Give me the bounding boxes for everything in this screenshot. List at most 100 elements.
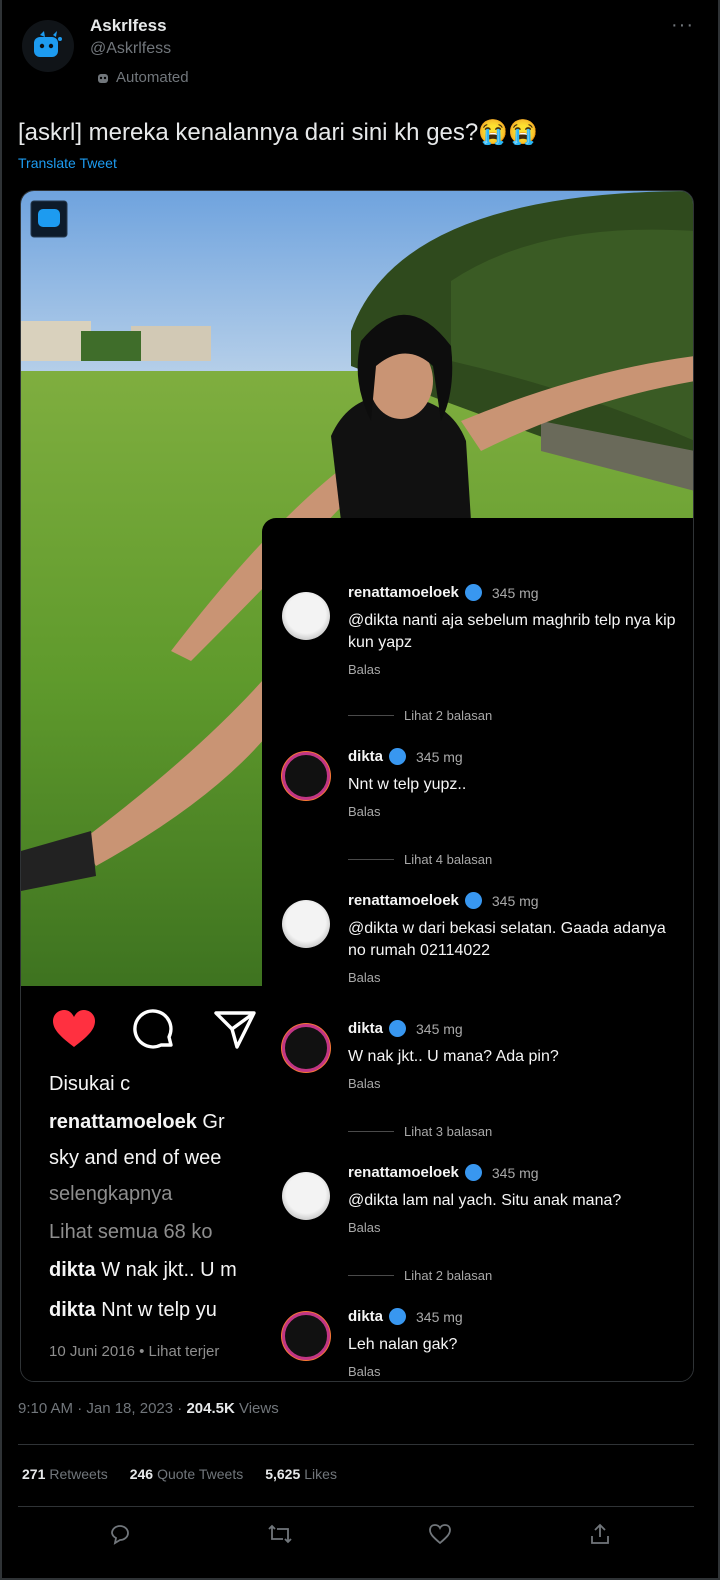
verified-badge-icon [389, 1020, 407, 1037]
reply-button[interactable]: Balas [348, 804, 381, 819]
views-label: Views [234, 1400, 279, 1417]
comment-time: 345 mg [491, 1164, 539, 1181]
comment-time: 345 mg [491, 584, 539, 601]
automated-text: Automated [116, 69, 189, 86]
comment-text: @dikta lam nal yach. Situ anak mana? [348, 1192, 622, 1209]
comment-username[interactable]: dikta [348, 748, 383, 765]
liked-by-text: Disukai c [49, 1073, 131, 1095]
view-replies-text: Lihat 4 balasan [404, 852, 493, 867]
comment-username[interactable]: renattamoeloek [348, 1164, 459, 1181]
robot-icon [98, 73, 108, 83]
author-avatar[interactable] [22, 20, 74, 72]
tweet-stats: 271 Retweets 246 Quote Tweets 5,625 Likes [22, 1466, 337, 1482]
verified-badge-icon [464, 584, 482, 601]
verified-badge-icon [389, 1308, 407, 1325]
comment-time: 345 mg [416, 1020, 463, 1037]
reply-button[interactable]: Balas [348, 970, 381, 985]
comment-icon[interactable] [133, 1009, 177, 1053]
preview-comment-2: dikta Nnt w telp yu [49, 1299, 267, 1322]
comment-text: @dikta nanti aja sebelum maghrib telp ny… [348, 612, 676, 651]
tweet-media[interactable]: Disukai c renattamoeloek Gr sky and end … [20, 190, 694, 1382]
view-all-comments-link[interactable]: Lihat semua 68 ko [49, 1221, 267, 1244]
reply-icon [111, 1525, 129, 1545]
view-replies-link[interactable]: Lihat 3 balasan [348, 1124, 492, 1139]
reply-button[interactable]: Balas [348, 1220, 381, 1235]
likes-label: Likes [304, 1466, 337, 1482]
divider-line [348, 1275, 394, 1276]
retweets-label: Retweets [49, 1466, 108, 1482]
likes-stat[interactable]: 5,625 Likes [265, 1466, 337, 1482]
comment-username[interactable]: dikta [348, 1020, 383, 1037]
quote-tweets-stat[interactable]: 246 Quote Tweets [130, 1466, 244, 1482]
askrlfess-logo-icon [34, 31, 62, 57]
comment-username[interactable]: renattamoeloek [348, 584, 459, 601]
preview-comment-text: Nnt w telp yu [95, 1299, 217, 1321]
divider-line [348, 859, 394, 860]
comments-overlay: renattamoeloek 345 mg @dikta nanti aja se… [262, 518, 693, 1381]
view-replies-text: Lihat 3 balasan [404, 1124, 493, 1139]
reply-button[interactable] [106, 1520, 134, 1548]
views-count: 204.5K [186, 1400, 235, 1417]
commenter-avatar[interactable] [282, 1024, 330, 1072]
quote-tweets-count: 246 [129, 1466, 154, 1482]
see-more-link[interactable]: selengkapnya [49, 1183, 267, 1206]
retweets-count: 271 [22, 1466, 46, 1482]
comment-text: @dikta w dari bekasi selatan. Gaada adan… [348, 920, 666, 959]
author-handle[interactable]: @Askrlfess [90, 40, 171, 58]
preview-comment-1: dikta W nak jkt.. U m [49, 1259, 267, 1282]
caption-text: Gr [196, 1111, 225, 1133]
divider-line [348, 1131, 394, 1132]
view-replies-link[interactable]: Lihat 2 balasan [348, 1268, 492, 1283]
reply-button[interactable]: Balas [348, 662, 381, 677]
tweet-timestamp[interactable]: 9:10 AM · Jan 18, 2023 · [18, 1400, 186, 1417]
preview-comment-user[interactable]: dikta [49, 1259, 96, 1281]
likes-count: 5,625 [265, 1466, 301, 1482]
view-replies-text: Lihat 2 balasan [404, 1268, 493, 1283]
comment-text: W nak jkt.. U mana? Ada pin? [348, 1048, 559, 1065]
divider [18, 1506, 694, 1507]
heart-icon [429, 1524, 451, 1545]
author-name[interactable]: Askrlfess [90, 16, 167, 36]
commenter-avatar[interactable] [282, 592, 330, 640]
reply-button[interactable]: Balas [348, 1076, 381, 1091]
verified-badge-icon [464, 1164, 482, 1181]
like-button[interactable] [426, 1520, 454, 1548]
tweet-actions [0, 1520, 720, 1548]
view-replies-link[interactable]: Lihat 2 balasan [348, 708, 492, 723]
preview-comment-text: W nak jkt.. U m [95, 1259, 237, 1281]
reply-button[interactable]: Balas [348, 1364, 381, 1379]
divider-line [348, 715, 394, 716]
comment-username[interactable]: dikta [348, 1308, 383, 1325]
instagram-actions [51, 1009, 257, 1053]
caption-line2: sky and end of wee [49, 1147, 222, 1169]
comment-username[interactable]: renattamoeloek [348, 892, 459, 909]
share-icon[interactable] [213, 1009, 257, 1051]
retweet-button[interactable] [266, 1520, 294, 1548]
share-upload-icon [591, 1523, 609, 1544]
preview-comment-user[interactable]: dikta [49, 1299, 96, 1321]
commenter-avatar[interactable] [282, 1312, 330, 1360]
divider [18, 1444, 694, 1445]
translate-tweet-link[interactable]: Translate Tweet [18, 155, 117, 171]
retweet-icon [268, 1524, 292, 1544]
caption: renattamoeloek Gr [49, 1111, 267, 1134]
retweets-stat[interactable]: 271 Retweets [22, 1466, 108, 1482]
automated-label: Automated [96, 69, 189, 86]
comment-time: 345 mg [416, 748, 463, 765]
tweet-text: [askrl] mereka kenalannya dari sini kh g… [18, 119, 538, 146]
post-date: 10 Juni 2016 • Lihat terjer [49, 1343, 220, 1360]
view-replies-link[interactable]: Lihat 4 balasan [348, 852, 492, 867]
heart-filled-icon[interactable] [51, 1009, 97, 1049]
verified-badge-icon [389, 748, 407, 765]
commenter-avatar[interactable] [282, 900, 330, 948]
view-replies-text: Lihat 2 balasan [404, 708, 493, 723]
quote-tweets-label: Quote Tweets [157, 1466, 244, 1482]
caption-user[interactable]: renattamoeloek [49, 1111, 197, 1133]
tweet-meta: 9:10 AM · Jan 18, 2023 · 204.5K Views [18, 1400, 279, 1417]
commenter-avatar[interactable] [282, 1172, 330, 1220]
more-options-button[interactable]: ··· [671, 14, 694, 37]
verified-badge-icon [464, 892, 482, 909]
commenter-avatar[interactable] [282, 752, 330, 800]
share-button[interactable] [586, 1520, 614, 1548]
comment-text: Nnt w telp yupz.. [348, 776, 467, 793]
